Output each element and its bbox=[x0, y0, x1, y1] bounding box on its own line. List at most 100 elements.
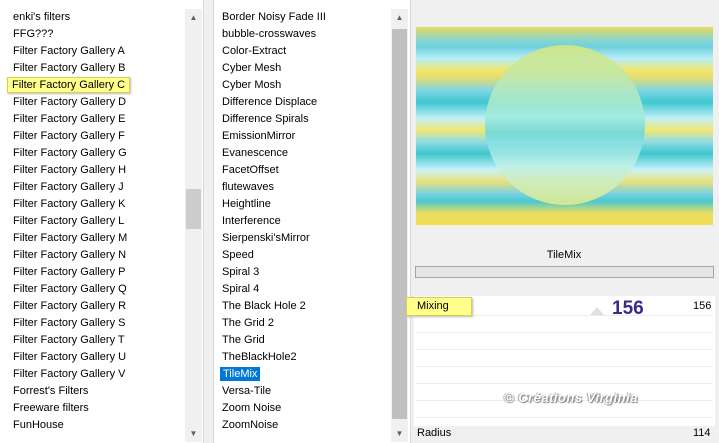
filter-item-label: Border Noisy Fade III bbox=[222, 11, 326, 23]
title-progress-track bbox=[415, 266, 714, 278]
param-divider bbox=[416, 417, 713, 418]
category-item-label: Filter Factory Gallery Q bbox=[13, 283, 127, 295]
category-item[interactable]: Filter Factory Gallery J bbox=[0, 179, 173, 196]
filter-item[interactable]: Interference bbox=[214, 213, 382, 230]
scroll-up-arrow-icon[interactable]: ▲ bbox=[185, 9, 202, 26]
category-item-label: Forrest's Filters bbox=[13, 385, 89, 397]
filter-item-label: TileMix bbox=[220, 367, 261, 381]
category-item[interactable]: enki's filters bbox=[0, 9, 173, 26]
filter-item[interactable]: Speed bbox=[214, 247, 382, 264]
filter-list: Border Noisy Fade III bubble-crosswaves Co… bbox=[214, 9, 382, 434]
filter-item[interactable]: Cyber Mosh bbox=[214, 77, 382, 94]
preview-circle-shape bbox=[485, 45, 645, 205]
filter-item-label: Cyber Mesh bbox=[222, 62, 282, 74]
category-item[interactable]: FFG??? bbox=[0, 26, 173, 43]
filter-item[interactable]: Evanescence bbox=[214, 145, 382, 162]
param-divider bbox=[416, 332, 713, 333]
filter-item[interactable]: Difference Displace bbox=[214, 94, 382, 111]
filter-item-label: Interference bbox=[222, 215, 281, 227]
filter-item[interactable]: ZoomNoise bbox=[214, 417, 382, 434]
category-item[interactable]: Filter Factory Gallery B bbox=[0, 60, 173, 77]
filter-item[interactable]: bubble-crosswaves bbox=[214, 26, 382, 43]
category-item-label: Filter Factory Gallery P bbox=[13, 266, 126, 278]
category-item-label: Filter Factory Gallery H bbox=[13, 164, 127, 176]
category-item[interactable]: Filter Factory Gallery D bbox=[0, 94, 173, 111]
mixing-param-value[interactable]: 156 bbox=[693, 300, 711, 312]
scroll-down-arrow-icon[interactable]: ▼ bbox=[391, 425, 408, 442]
filter-item[interactable]: TileMix bbox=[214, 366, 382, 383]
scroll-up-arrow-icon[interactable]: ▲ bbox=[391, 9, 408, 26]
filter-item[interactable]: Spiral 4 bbox=[214, 281, 382, 298]
filter-scroll-thumb[interactable] bbox=[392, 29, 407, 419]
filter-item[interactable]: EmissionMirror bbox=[214, 128, 382, 145]
category-item-label: Filter Factory Gallery L bbox=[13, 215, 125, 227]
category-item-label: FunHouse bbox=[13, 419, 64, 431]
category-item[interactable]: Filter Factory Gallery G bbox=[0, 145, 173, 162]
mixing-slider-marker-icon[interactable] bbox=[590, 307, 604, 315]
scroll-down-arrow-icon[interactable]: ▼ bbox=[185, 425, 202, 442]
category-item-label: Filter Factory Gallery N bbox=[13, 249, 127, 261]
category-item-label: Filter Factory Gallery S bbox=[13, 317, 126, 329]
filter-item-label: Spiral 3 bbox=[222, 266, 260, 278]
mixing-big-value: 156 bbox=[612, 298, 644, 319]
category-item-label: Filter Factory Gallery V bbox=[13, 368, 126, 380]
category-item[interactable]: Filter Factory Gallery S bbox=[0, 315, 173, 332]
category-item[interactable]: Filter Factory Gallery V bbox=[0, 366, 173, 383]
filter-item-label: Spiral 4 bbox=[222, 283, 260, 295]
radius-param-value[interactable]: 114 bbox=[693, 427, 711, 439]
category-item-label: Filter Factory Gallery C bbox=[7, 77, 131, 93]
filter-item[interactable]: Color-Extract bbox=[214, 43, 382, 60]
category-item-label: Freeware filters bbox=[13, 402, 89, 414]
filter-item[interactable]: Difference Spirals bbox=[214, 111, 382, 128]
category-item[interactable]: FunHouse bbox=[0, 417, 173, 434]
filter-item[interactable]: Border Noisy Fade III bbox=[214, 9, 382, 26]
filter-item-label: EmissionMirror bbox=[222, 130, 296, 142]
filter-item-label: FacetOffset bbox=[222, 164, 279, 176]
category-item[interactable]: Filter Factory Gallery M bbox=[0, 230, 173, 247]
category-item[interactable]: Filter Factory Gallery T bbox=[0, 332, 173, 349]
mixing-param-label[interactable]: Mixing bbox=[406, 297, 472, 316]
filter-item-label: Sierpenski'sMirror bbox=[222, 232, 310, 244]
filter-item[interactable]: Versa-Tile bbox=[214, 383, 382, 400]
category-list: enki's filters FFG??? Filter Factory Galle… bbox=[0, 9, 173, 434]
filter-item-label: Speed bbox=[222, 249, 254, 261]
filter-item-label: The Black Hole 2 bbox=[222, 300, 306, 312]
category-item-label: Filter Factory Gallery F bbox=[13, 130, 125, 142]
category-scrollbar[interactable]: ▲ ▼ bbox=[185, 9, 202, 442]
filter-item[interactable]: flutewaves bbox=[214, 179, 382, 196]
filter-item-label: Zoom Noise bbox=[222, 402, 282, 414]
filter-item[interactable]: TheBlackHole2 bbox=[214, 349, 382, 366]
category-item[interactable]: Filter Factory Gallery A bbox=[0, 43, 173, 60]
category-item-label: Filter Factory Gallery R bbox=[13, 300, 127, 312]
category-item[interactable]: Filter Factory Gallery C bbox=[0, 77, 173, 94]
filter-item-label: ZoomNoise bbox=[222, 419, 279, 431]
category-scroll-thumb[interactable] bbox=[186, 189, 201, 229]
category-item[interactable]: Filter Factory Gallery E bbox=[0, 111, 173, 128]
filter-scrollbar[interactable]: ▲ ▼ bbox=[391, 9, 408, 442]
radius-param-label[interactable]: Radius bbox=[417, 427, 451, 439]
filter-item[interactable]: Cyber Mesh bbox=[214, 60, 382, 77]
category-item[interactable]: Filter Factory Gallery R bbox=[0, 298, 173, 315]
category-item[interactable]: Filter Factory Gallery H bbox=[0, 162, 173, 179]
category-item[interactable]: Freeware filters bbox=[0, 400, 173, 417]
category-item[interactable]: Filter Factory Gallery F bbox=[0, 128, 173, 145]
filter-item[interactable]: Spiral 3 bbox=[214, 264, 382, 281]
filter-item[interactable]: The Grid 2 bbox=[214, 315, 382, 332]
category-item[interactable]: Filter Factory Gallery U bbox=[0, 349, 173, 366]
category-item[interactable]: Filter Factory Gallery P bbox=[0, 264, 173, 281]
filter-item[interactable]: FacetOffset bbox=[214, 162, 382, 179]
filter-item[interactable]: The Grid bbox=[214, 332, 382, 349]
filter-item[interactable]: Heightline bbox=[214, 196, 382, 213]
category-item[interactable]: Filter Factory Gallery L bbox=[0, 213, 173, 230]
category-item[interactable]: Forrest's Filters bbox=[0, 383, 173, 400]
category-item-label: Filter Factory Gallery E bbox=[13, 113, 126, 125]
filter-item-label: Versa-Tile bbox=[222, 385, 272, 397]
filter-item[interactable]: The Black Hole 2 bbox=[214, 298, 382, 315]
category-item-label: Filter Factory Gallery J bbox=[13, 181, 124, 193]
filter-item[interactable]: Zoom Noise bbox=[214, 400, 382, 417]
category-item[interactable]: Filter Factory Gallery N bbox=[0, 247, 173, 264]
category-item[interactable]: Filter Factory Gallery Q bbox=[0, 281, 173, 298]
category-item[interactable]: Filter Factory Gallery K bbox=[0, 196, 173, 213]
filter-item[interactable]: Sierpenski'sMirror bbox=[214, 230, 382, 247]
filter-item-label: Cyber Mosh bbox=[222, 79, 282, 91]
